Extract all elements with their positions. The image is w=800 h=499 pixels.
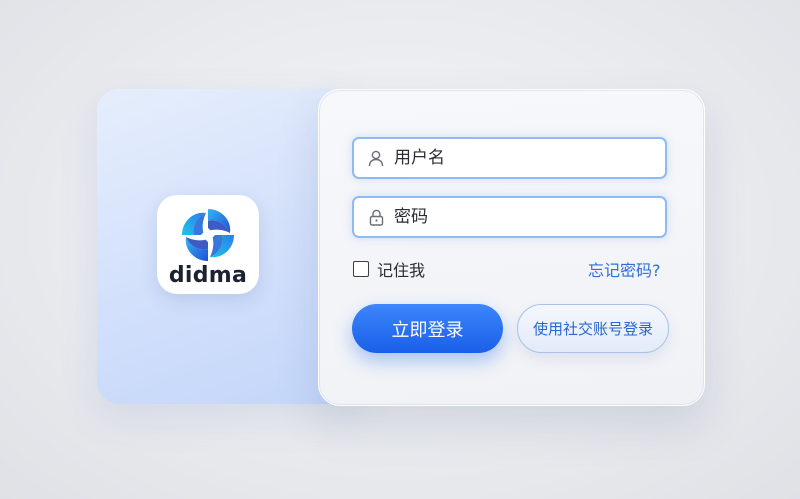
remember-me-label: 记住我 [377,261,426,280]
app-logo: didma [157,195,259,294]
social-login-button[interactable]: 使用社交账号登录 [517,304,669,353]
brand-name: didma [168,263,248,288]
user-icon [367,149,385,167]
login-button[interactable]: 立即登录 [352,304,503,353]
password-field[interactable] [352,196,667,238]
username-field[interactable] [352,137,667,179]
username-input[interactable] [394,148,665,168]
lock-icon [367,208,385,226]
didma-logo-icon [182,209,234,261]
remember-me[interactable]: 记住我 [353,257,425,281]
remember-me-checkbox[interactable] [353,261,369,277]
forgot-password-link[interactable]: 忘记密码? [588,257,661,281]
password-input[interactable] [394,207,665,227]
